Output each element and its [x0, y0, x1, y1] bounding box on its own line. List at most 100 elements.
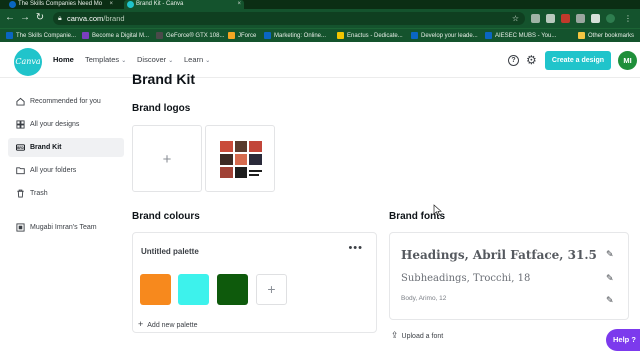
sidebar-item-designs[interactable]: All your designs [8, 115, 124, 134]
bookmark-item[interactable]: The Skills Companie... [6, 30, 76, 42]
sidebar-item-brand-kit[interactable]: BRD Brand Kit [8, 138, 124, 157]
edit-pencil-icon[interactable]: ✎ [606, 295, 614, 306]
upload-label: Upload a font [401, 333, 444, 340]
chevron-down-icon: ⌄ [121, 58, 127, 64]
tab-title: The Skills Companies Need Mo [18, 1, 103, 7]
nav-learn[interactable]: Learn ⌄ [184, 55, 210, 64]
bookmark-label: Develop your leade... [421, 33, 478, 39]
brand-logo-thumbnail[interactable] [205, 125, 275, 192]
sidebar-item-team[interactable]: Mugabi Imran's Team [8, 218, 124, 237]
bookmark-label: JForce [238, 33, 257, 39]
browser-tab-active[interactable]: Brand Kit - Canva × [124, 0, 244, 9]
bookmark-item[interactable]: Develop your leade... [411, 30, 478, 42]
help-button[interactable]: Help ? [606, 329, 640, 351]
extension-icon[interactable] [531, 14, 540, 23]
nav-label: Discover [137, 55, 167, 64]
add-palette-label: Add new palette [147, 322, 198, 329]
color-swatch[interactable] [217, 274, 248, 305]
fonts-card: Headings, Abril Fatface, 31.5 ✎ Subheadi… [389, 232, 629, 320]
menu-kebab-icon[interactable]: ⋮ [624, 14, 633, 23]
url-input[interactable]: 🔒︎ canva.com/brand ☆ [53, 12, 525, 25]
url-path: /brand [103, 14, 125, 23]
nav-home[interactable]: Home [53, 55, 74, 64]
gear-icon[interactable]: ⚙ [526, 53, 537, 67]
bookmarks-bar: The Skills Companie... Become a Digital … [0, 28, 640, 42]
profile-avatar-icon[interactable] [606, 14, 615, 23]
add-logo-button[interactable]: + [132, 125, 202, 192]
nav-discover[interactable]: Discover ⌄ [137, 55, 173, 64]
body-font-row[interactable]: Body, Arimo, 12 [401, 295, 446, 302]
create-design-button[interactable]: Create a design [545, 51, 611, 70]
bookmark-favicon-icon [485, 32, 492, 39]
url-domain: canva.com [67, 14, 104, 23]
bookmark-favicon-icon [82, 32, 89, 39]
browser-tab[interactable]: The Skills Companies Need Mo × [6, 0, 116, 9]
avatar[interactable]: MI [618, 51, 637, 70]
bookmark-label: Enactus - Dedicate... [347, 33, 403, 39]
upload-icon: ⇪ [391, 330, 399, 340]
bookmark-item[interactable]: JForce [228, 30, 256, 42]
more-options-icon[interactable]: ••• [348, 242, 363, 254]
bookmark-folder[interactable]: Other bookmarks [578, 30, 634, 42]
nav-templates[interactable]: Templates ⌄ [85, 55, 126, 64]
bookmark-item[interactable]: Enactus - Dedicate... [337, 30, 403, 42]
close-tab-icon[interactable]: × [237, 0, 241, 9]
bookmark-favicon-icon [228, 32, 235, 39]
canva-logo[interactable]: Canva [14, 48, 42, 76]
subheading-font-row[interactable]: Subheadings, Trocchi, 18 [401, 273, 530, 284]
add-color-button[interactable]: + [256, 274, 287, 305]
team-icon [16, 223, 25, 232]
trash-icon [17, 189, 24, 198]
bookmark-item[interactable]: AIESEC MUBS - You... [485, 30, 556, 42]
svg-text:BRD: BRD [17, 146, 25, 150]
brand-logos-heading: Brand logos [132, 103, 191, 114]
reload-icon[interactable]: ↻ [34, 12, 46, 24]
nav-label: Templates [85, 55, 120, 64]
add-palette-button[interactable]: + Add new palette [138, 319, 197, 329]
plus-icon: + [138, 319, 144, 329]
sidebar-item-label: Recommended for you [30, 98, 101, 105]
help-icon[interactable]: ? [508, 55, 519, 66]
sidebar-item-trash[interactable]: Trash [8, 184, 124, 203]
brand-colours-heading: Brand colours [132, 211, 200, 222]
sidebar-item-recommended[interactable]: Recommended for you [8, 92, 124, 111]
bookmark-favicon-icon [264, 32, 271, 39]
lock-icon: 🔒︎ [58, 15, 62, 22]
sidebar: Recommended for you All your designs BRD… [0, 78, 128, 360]
edit-pencil-icon[interactable]: ✎ [606, 249, 614, 260]
palette-name[interactable]: Untitled palette [141, 247, 199, 256]
bookmark-label: Other bookmarks [588, 33, 635, 39]
brand-icon: BRD [16, 144, 25, 151]
home-icon [16, 97, 25, 106]
heading-font-row[interactable]: Headings, Abril Fatface, 31.5 [401, 248, 597, 262]
sidebar-item-folders[interactable]: All your folders [8, 161, 124, 180]
bookmark-label: AIESEC MUBS - You... [495, 33, 557, 39]
extension-icon[interactable] [561, 14, 570, 23]
bookmark-item[interactable]: GeForce® GTX 108... [156, 30, 224, 42]
bookmark-item[interactable]: Become a Digital M... [82, 30, 149, 42]
bookmark-favicon-icon [411, 32, 418, 39]
canva-favicon-icon [127, 1, 134, 8]
close-tab-icon[interactable]: × [109, 0, 113, 9]
plus-icon: + [162, 151, 172, 168]
edit-pencil-icon[interactable]: ✎ [606, 273, 614, 284]
puzzle-extensions-icon[interactable] [591, 14, 600, 23]
extension-icon[interactable] [546, 14, 555, 23]
tab-title: Brand Kit - Canva [136, 1, 184, 7]
back-arrow-icon[interactable]: ← [4, 12, 16, 24]
bookmark-favicon-icon [6, 32, 13, 39]
color-swatch[interactable] [140, 274, 171, 305]
bookmark-label: The Skills Companie... [16, 33, 77, 39]
color-swatch[interactable] [178, 274, 209, 305]
forward-arrow-icon[interactable]: → [19, 12, 31, 24]
address-bar: ← → ↻ 🔒︎ canva.com/brand ☆ ⋮ [0, 9, 640, 28]
extension-icon[interactable] [576, 14, 585, 23]
main-content: Brand Kit Brand logos + Brand colours Un… [132, 71, 640, 360]
bookmark-item[interactable]: Marketing: Online... [264, 30, 326, 42]
logo-collage-image [218, 139, 264, 181]
page-title: Brand Kit [132, 71, 195, 87]
grid-icon [16, 120, 25, 129]
bookmark-star-icon[interactable]: ☆ [512, 12, 519, 25]
upload-font-button[interactable]: ⇪ Upload a font [391, 330, 443, 341]
sidebar-item-label: Brand Kit [30, 144, 62, 151]
